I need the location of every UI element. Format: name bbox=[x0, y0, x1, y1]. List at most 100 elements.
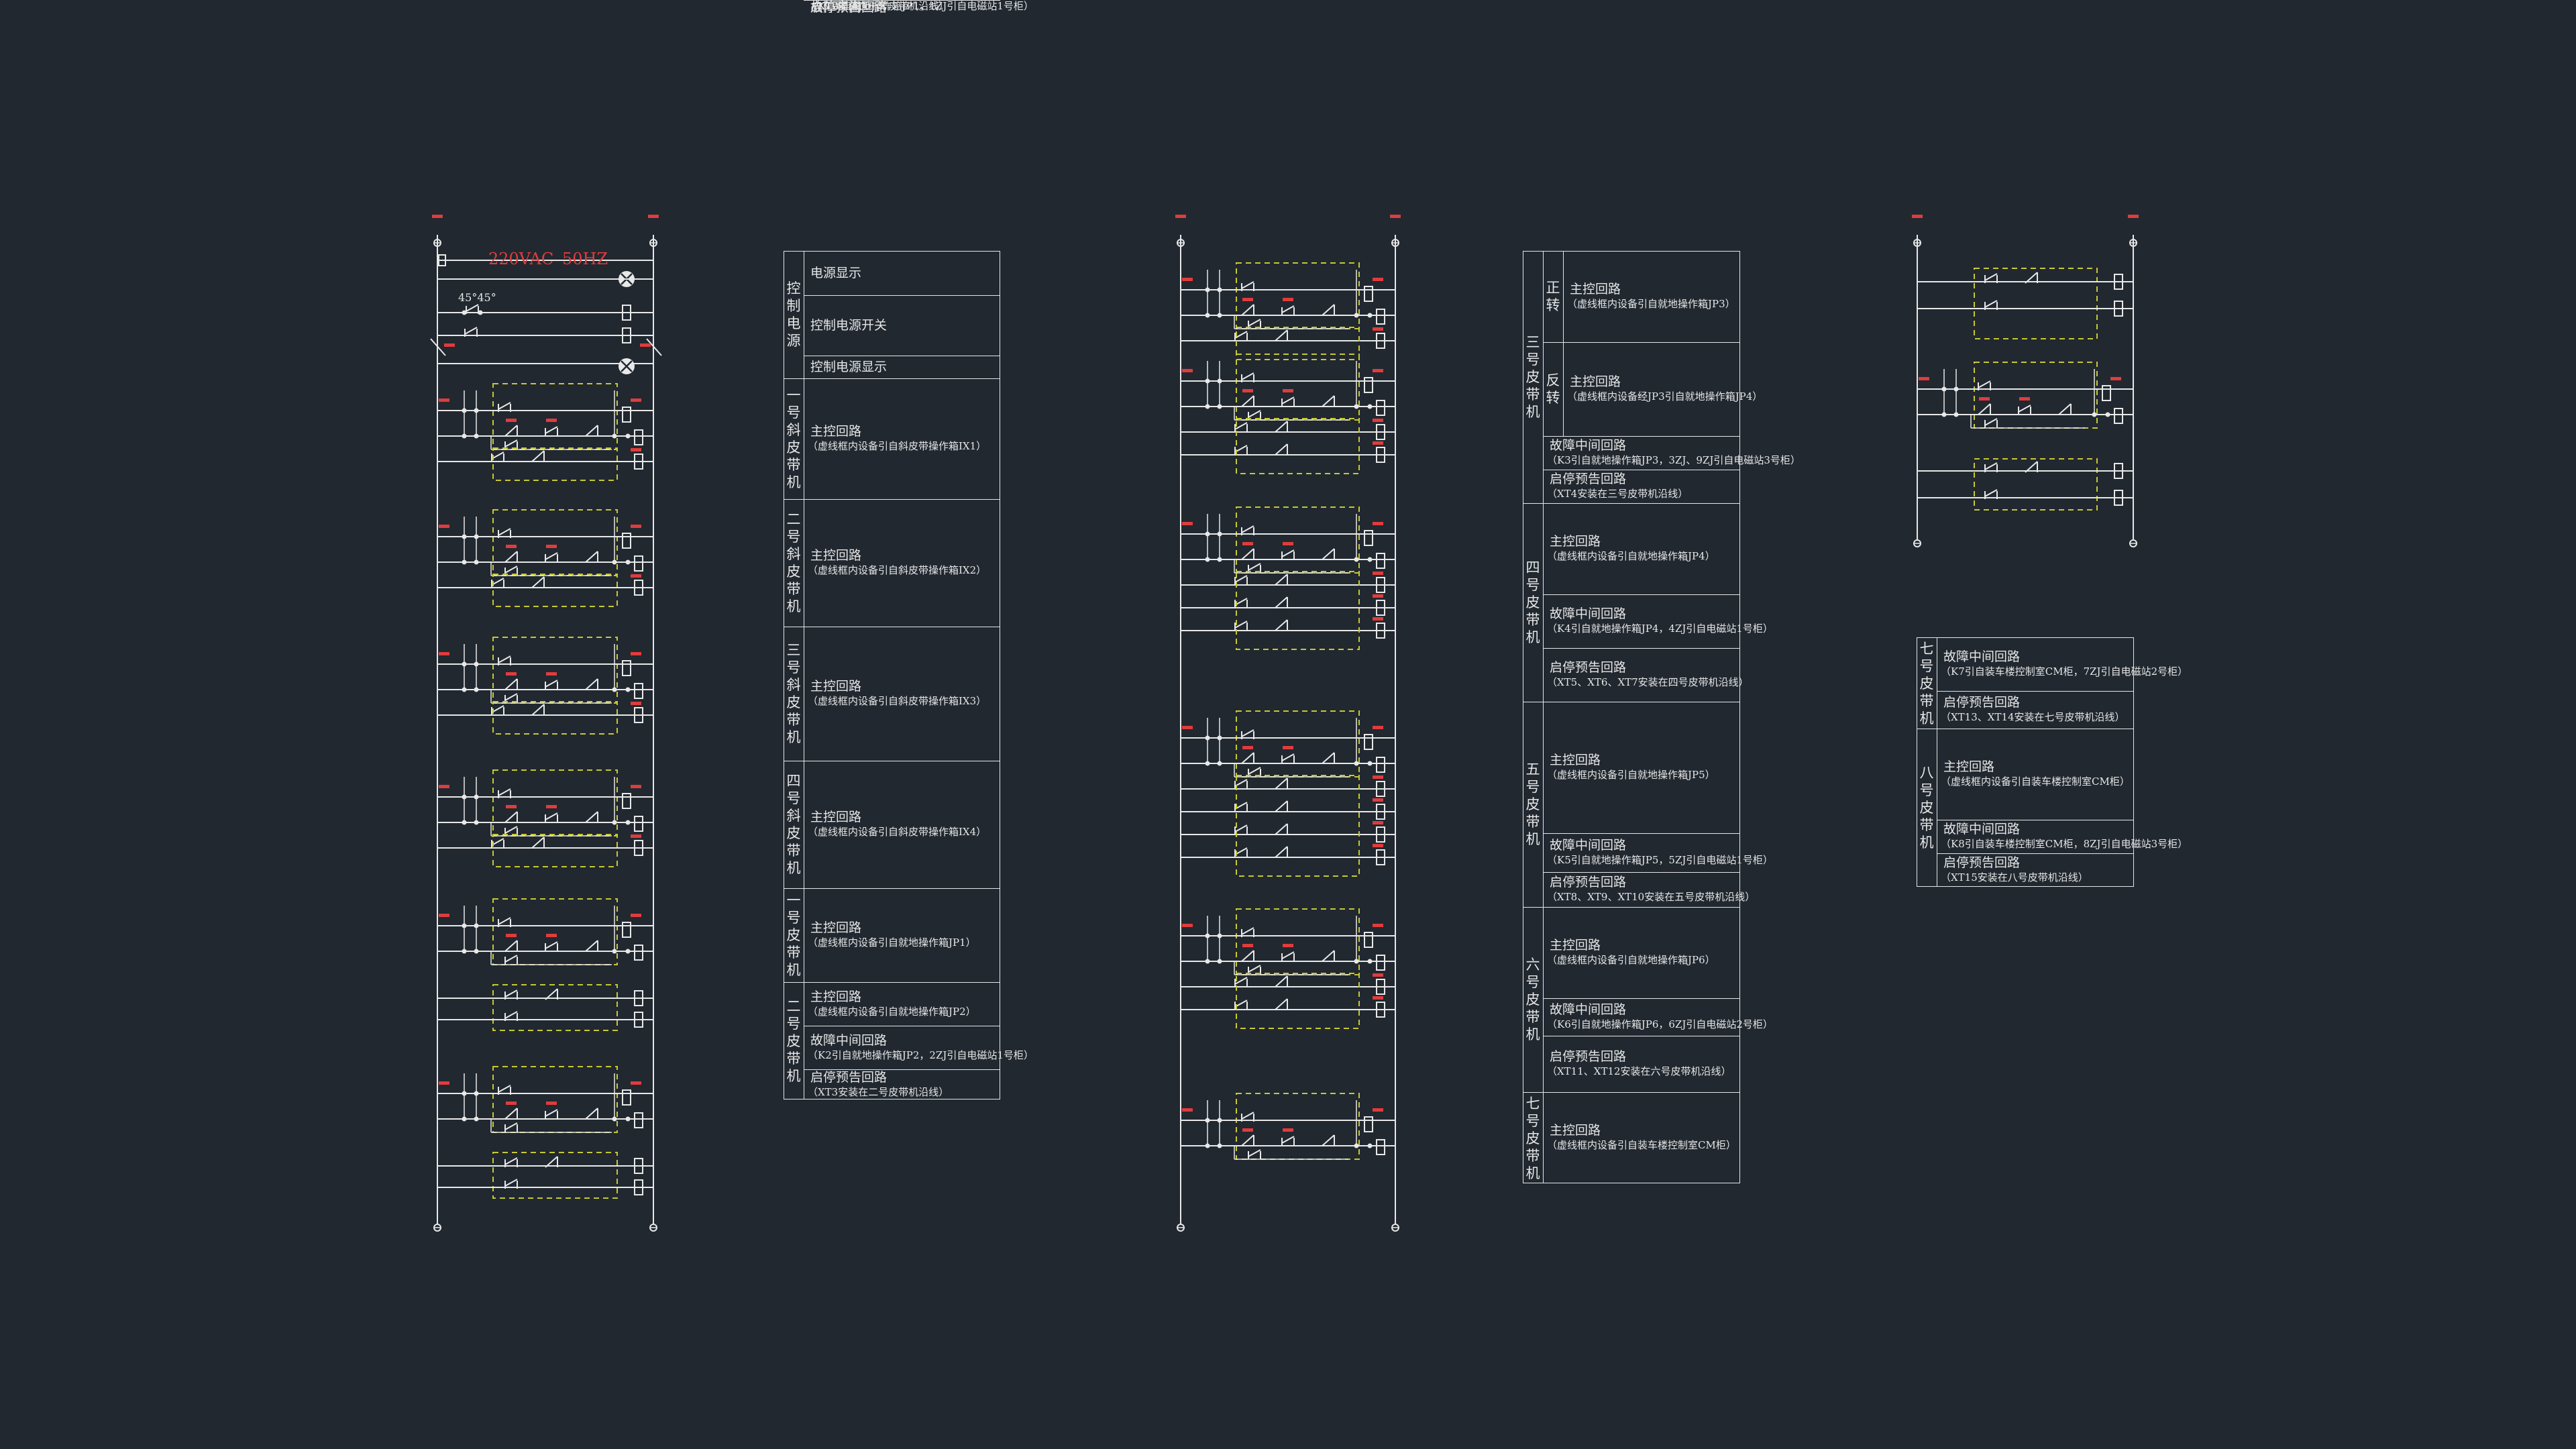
legend-row-note: （虚线框内设备引自就地操作箱JP1） bbox=[808, 936, 976, 949]
legend-row-title: 故障中间回路 bbox=[1550, 606, 1627, 621]
legend-row-note: （虚线框内设备引自斜皮带操作箱IX1） bbox=[808, 440, 987, 452]
no-contact bbox=[1248, 965, 1261, 973]
no-contact bbox=[504, 1157, 518, 1165]
no-contact bbox=[545, 426, 558, 434]
relay-coil bbox=[634, 683, 643, 699]
nc-contact bbox=[1275, 800, 1288, 812]
relay-coil bbox=[634, 945, 643, 961]
field-box bbox=[1236, 973, 1360, 1029]
legend-row-title: 启停预告回路 bbox=[1550, 875, 1627, 890]
legend-group-title: 三号皮带机 bbox=[1525, 334, 1540, 420]
nc-contact bbox=[1322, 395, 1335, 407]
designator-mark bbox=[631, 914, 641, 917]
relay-coil bbox=[2114, 408, 2123, 424]
legend-group-title: 四号斜皮带机 bbox=[786, 773, 801, 876]
designator-mark bbox=[439, 652, 449, 655]
legend-row-note: （虚线框内设备引自装车楼控制室CM柜） bbox=[1547, 1139, 1736, 1151]
no-contact bbox=[504, 1179, 518, 1187]
no-contact bbox=[1281, 305, 1295, 313]
table-divider bbox=[804, 295, 1000, 296]
no-contact bbox=[504, 566, 518, 574]
no-contact bbox=[504, 439, 518, 447]
relay-coil bbox=[1364, 286, 1373, 302]
designator-mark bbox=[1373, 594, 1383, 598]
no-contact bbox=[1248, 767, 1261, 775]
nc-contact bbox=[585, 551, 598, 563]
legend-group-title: 四号皮带机 bbox=[1525, 559, 1540, 645]
designator-mark bbox=[546, 805, 557, 808]
junction-dot bbox=[625, 1116, 631, 1122]
relay-coil bbox=[622, 1089, 631, 1106]
no-contact bbox=[1984, 273, 1998, 281]
designator-mark bbox=[506, 419, 517, 422]
legend-row-title: 主控回路 bbox=[810, 920, 862, 935]
designator-mark bbox=[1373, 996, 1383, 1000]
legend-row-note: （K5引自就地操作箱JP5，5ZJ引自电磁站1号柜） bbox=[1547, 854, 1773, 866]
nc-contact bbox=[1241, 304, 1254, 316]
nc-contact bbox=[585, 940, 598, 952]
legend-row-note: （K2引自就地操作箱JP2，2ZJ引自电磁站1号柜） bbox=[808, 1049, 1034, 1061]
legend-group-title: 二号皮带机 bbox=[786, 998, 801, 1084]
designator-mark bbox=[1373, 522, 1383, 525]
legend-group-title: 一号皮带机 bbox=[786, 892, 801, 978]
designator-mark bbox=[1919, 377, 1929, 380]
designator-mark bbox=[1283, 542, 1293, 545]
designator-mark bbox=[631, 835, 641, 838]
legend-row-note: （XT8、XT9、XT10安装在五号皮带机沿线） bbox=[1547, 891, 1756, 903]
nc-contact bbox=[531, 576, 545, 588]
field-box bbox=[492, 383, 618, 450]
relay-coil bbox=[622, 533, 631, 549]
nc-contact bbox=[1241, 1134, 1254, 1146]
designator-mark bbox=[1182, 522, 1193, 525]
legend-row-title: 故障中间回路 bbox=[810, 1032, 888, 1048]
field-box bbox=[1236, 506, 1360, 574]
no-contact bbox=[504, 693, 518, 701]
no-contact bbox=[1241, 281, 1254, 289]
designator-mark bbox=[546, 672, 557, 676]
table-divider bbox=[1523, 907, 1740, 908]
no-contact bbox=[1984, 462, 1998, 470]
designator-mark bbox=[1373, 775, 1383, 779]
table-divider bbox=[784, 982, 1000, 983]
field-box bbox=[1236, 418, 1360, 474]
no-contact bbox=[498, 655, 511, 663]
no-contact bbox=[504, 826, 518, 834]
designator-mark bbox=[1979, 397, 1990, 400]
legend-row-title: 故障中间回路 bbox=[1943, 822, 2021, 837]
legend-row-note: （XT11、XT12安装在六号皮带机沿线） bbox=[1547, 1065, 1731, 1077]
contact-angle-label: 45°45° bbox=[458, 291, 496, 304]
designator-mark bbox=[2128, 215, 2139, 218]
legend-row-title: 主控回路 bbox=[810, 679, 862, 694]
legend-row-title: 启停预告回路 bbox=[1550, 472, 1627, 486]
designator-mark bbox=[1175, 215, 1186, 218]
no-contact bbox=[1241, 1112, 1254, 1120]
legend-row-title: 主控回路 bbox=[1550, 753, 1601, 767]
designator-mark bbox=[631, 398, 641, 402]
junction-dot bbox=[625, 820, 631, 825]
relay-coil bbox=[622, 407, 631, 423]
nc-contact bbox=[1322, 1134, 1335, 1146]
nc-contact bbox=[1275, 846, 1288, 858]
relay-coil bbox=[1376, 1139, 1385, 1155]
table-divider bbox=[1543, 833, 1740, 834]
nc-contact bbox=[1241, 395, 1254, 407]
no-contact bbox=[545, 680, 558, 688]
designator-mark bbox=[506, 545, 517, 548]
legend-group-title: 二号斜皮带机 bbox=[786, 511, 801, 614]
nc-contact bbox=[1275, 421, 1288, 433]
designator-mark bbox=[1390, 215, 1401, 218]
table-divider bbox=[1543, 251, 1544, 1183]
designator-mark bbox=[1373, 1108, 1383, 1112]
nc-contact bbox=[2058, 403, 2072, 415]
nc-contact bbox=[585, 1108, 598, 1120]
legend-row-title: 启停预告回路 bbox=[810, 1069, 888, 1085]
field-box bbox=[1236, 262, 1360, 329]
designator-mark bbox=[1373, 441, 1383, 445]
legend-row-title: 电源显示 bbox=[810, 266, 862, 280]
junction-dot bbox=[625, 559, 631, 565]
legend-row-note: （XT3安装在二号皮带机沿线） bbox=[808, 1085, 949, 1098]
field-box bbox=[1236, 1093, 1360, 1160]
designator-mark bbox=[439, 398, 449, 402]
no-contact bbox=[504, 1122, 518, 1130]
designator-mark bbox=[1182, 924, 1193, 927]
